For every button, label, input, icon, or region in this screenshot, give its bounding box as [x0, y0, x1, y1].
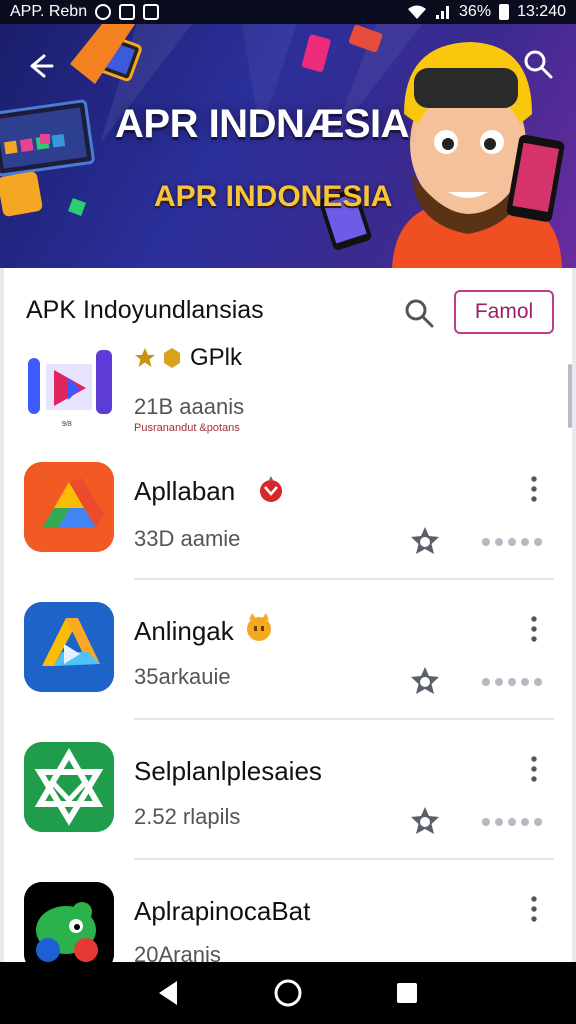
row-divider [134, 858, 554, 860]
app-list-panel: APK Indoyundlansias Famol 9/8 GPlk 21B a [0, 268, 576, 962]
red-fruit-icon [260, 476, 282, 502]
navigation-bar [0, 962, 576, 1024]
app-list-item[interactable]: Selplanlplesaies 2.52 rlapils [4, 742, 572, 862]
app-name: GPlk [190, 344, 243, 371]
app-name: Selplanlplesaies [134, 756, 322, 786]
list-title: APK Indoyundlansias [26, 296, 264, 324]
app-list-item[interactable]: AplrapinocaBat 20Aranis [4, 882, 572, 962]
home-circle-icon[interactable] [270, 975, 306, 1011]
app-subtitle: Pusranandut &potans [134, 422, 240, 434]
status-carrier-text: APP. Rebn [10, 3, 88, 20]
google-drive-icon [24, 462, 114, 552]
back-arrow-icon[interactable] [22, 48, 58, 84]
more-vert-icon[interactable] [524, 754, 544, 784]
app-list-item[interactable]: Apllaban 33D aamie [4, 462, 572, 582]
recents-square-icon[interactable] [389, 975, 425, 1011]
status-right: 36% 13:240 [407, 3, 566, 21]
back-triangle-icon[interactable] [151, 975, 187, 1011]
app-name: Anlingak [134, 616, 234, 646]
alarm-icon [119, 4, 136, 20]
app-meta: 35arkauie [134, 664, 231, 689]
green-star-icon [24, 742, 114, 832]
app-name: AplrapinocaBat [134, 896, 311, 926]
status-bar: APP. Rebn 36% 13:240 [0, 0, 576, 24]
app-meta: 2.52 rlapils [134, 804, 241, 829]
more-vert-icon[interactable] [524, 894, 544, 924]
rating-dots [482, 538, 542, 546]
banner-search-icon[interactable] [520, 46, 556, 82]
star-icon [135, 348, 155, 367]
app-list-item[interactable]: 9/8 GPlk 21B aaanis Pusranandut &potans [4, 342, 572, 452]
rating-dots [482, 678, 542, 686]
status-time: 13:240 [517, 3, 566, 20]
row-divider [134, 578, 554, 580]
list-search-icon[interactable] [402, 296, 436, 330]
yellow-cat-icon [247, 613, 271, 641]
banner-title: APR INDNÆSIA [115, 102, 410, 146]
list-header: APK Indoyundlansias Famol [4, 268, 572, 348]
wifi-icon [408, 5, 427, 19]
green-monster-icon [24, 882, 114, 962]
hero-banner: APR INDNÆSIA APR INDONESIA [0, 24, 576, 268]
more-vert-icon[interactable] [524, 614, 544, 644]
badge-icons [135, 348, 180, 368]
filter-button[interactable]: Famol [454, 290, 554, 334]
banner-subtitle: APR INDONESIA [154, 180, 393, 213]
status-left: APP. Rebn [10, 3, 160, 21]
svg-text:9/8: 9/8 [62, 421, 72, 428]
favorite-star-icon[interactable] [408, 524, 442, 558]
drive-triangle-icon [24, 602, 114, 692]
app-meta: 20Aranis [134, 942, 221, 962]
row-divider [134, 718, 554, 720]
rating-dots [482, 818, 542, 826]
gem-icon [164, 348, 180, 368]
battery-percent: 36% [459, 3, 492, 20]
app-meta: 33D aamie [134, 526, 241, 551]
app-list-item[interactable]: Anlingak 35arkauie [4, 602, 572, 722]
purple-play-icon: 9/8 [24, 344, 114, 434]
battery-icon [499, 4, 510, 20]
sync-icon [95, 4, 112, 20]
more-vert-icon[interactable] [524, 474, 544, 504]
app-name: Apllaban [134, 476, 236, 506]
favorite-star-icon[interactable] [408, 664, 442, 698]
signal-icon [436, 6, 450, 19]
notification-icon [143, 4, 160, 20]
favorite-star-icon[interactable] [408, 804, 442, 838]
app-meta: 21B aaanis [134, 394, 245, 419]
